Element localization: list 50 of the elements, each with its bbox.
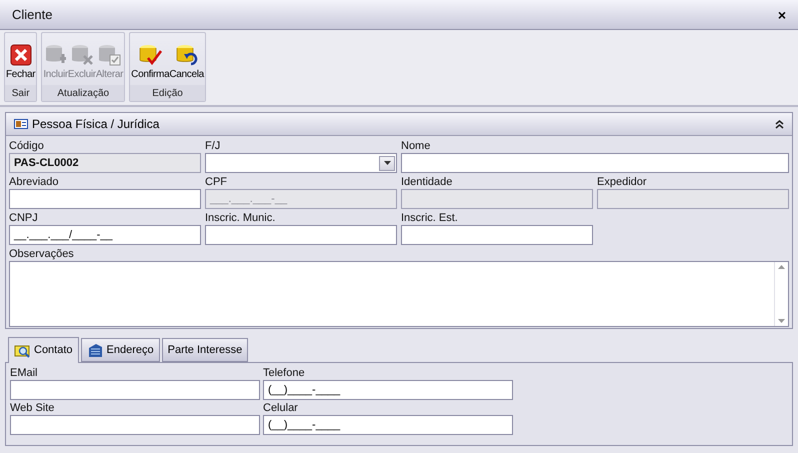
scrollbar[interactable] — [774, 262, 788, 326]
close-icon — [8, 43, 33, 67]
input-field[interactable] — [401, 225, 593, 245]
panel-title: Pessoa Física / Jurídica — [32, 116, 160, 133]
tab[interactable]: Contato — [8, 337, 79, 363]
field-label: Nome — [401, 140, 432, 153]
dropdown-field[interactable] — [205, 153, 397, 173]
toolbar-button[interactable]: Confirma — [131, 43, 170, 80]
id-card-icon — [14, 119, 28, 129]
field-label: Código — [9, 140, 45, 153]
scroll-up-icon[interactable] — [778, 265, 785, 269]
group-label: Sair — [5, 85, 36, 101]
field-label: EMail — [10, 367, 39, 380]
field-label: Inscric. Munic. — [205, 212, 276, 225]
field-label: F/J — [205, 140, 222, 153]
scroll-down-icon[interactable] — [778, 319, 785, 323]
toolbar-button[interactable]: Cancela — [169, 43, 204, 80]
field-label: CNPJ — [9, 212, 39, 225]
close-button[interactable]: × — [778, 8, 786, 22]
tab[interactable]: Parte Interesse — [162, 338, 248, 362]
field-label: Telefone — [263, 367, 306, 380]
database-arrow-icon — [174, 43, 199, 67]
database-check-icon — [97, 43, 122, 67]
input-field[interactable] — [9, 189, 201, 209]
input-field[interactable] — [10, 380, 260, 400]
input-field[interactable]: __.___.___/____-__ — [9, 225, 201, 245]
tab[interactable]: Endereço — [80, 338, 160, 362]
building-icon — [86, 342, 103, 358]
magnifier-card-icon — [14, 342, 30, 358]
input-field[interactable]: (__)____-____ — [263, 415, 513, 435]
field-label: Identidade — [401, 176, 454, 189]
input-field[interactable] — [10, 415, 260, 435]
input-field[interactable]: (__)____-____ — [263, 380, 513, 400]
toolbar-button[interactable]: Fechar — [6, 43, 36, 80]
collapse-icon[interactable] — [775, 120, 784, 128]
database-x-icon — [70, 43, 94, 67]
field-label: Abreviado — [9, 176, 60, 189]
field-label: Web Site — [10, 402, 56, 415]
field-label: Expedidor — [597, 176, 648, 189]
database-check-icon — [138, 43, 162, 67]
group-label: Edição — [130, 85, 205, 101]
field-label: Celular — [263, 402, 299, 415]
notes-field[interactable] — [9, 261, 789, 327]
group-label: Atualização — [42, 85, 124, 101]
field-label: Inscric. Est. — [401, 212, 459, 225]
input-field[interactable] — [401, 153, 789, 173]
input-field[interactable] — [205, 225, 397, 245]
field-label: Observações — [9, 248, 75, 261]
field-label: CPF — [205, 176, 228, 189]
window-title: Cliente — [12, 6, 52, 24]
